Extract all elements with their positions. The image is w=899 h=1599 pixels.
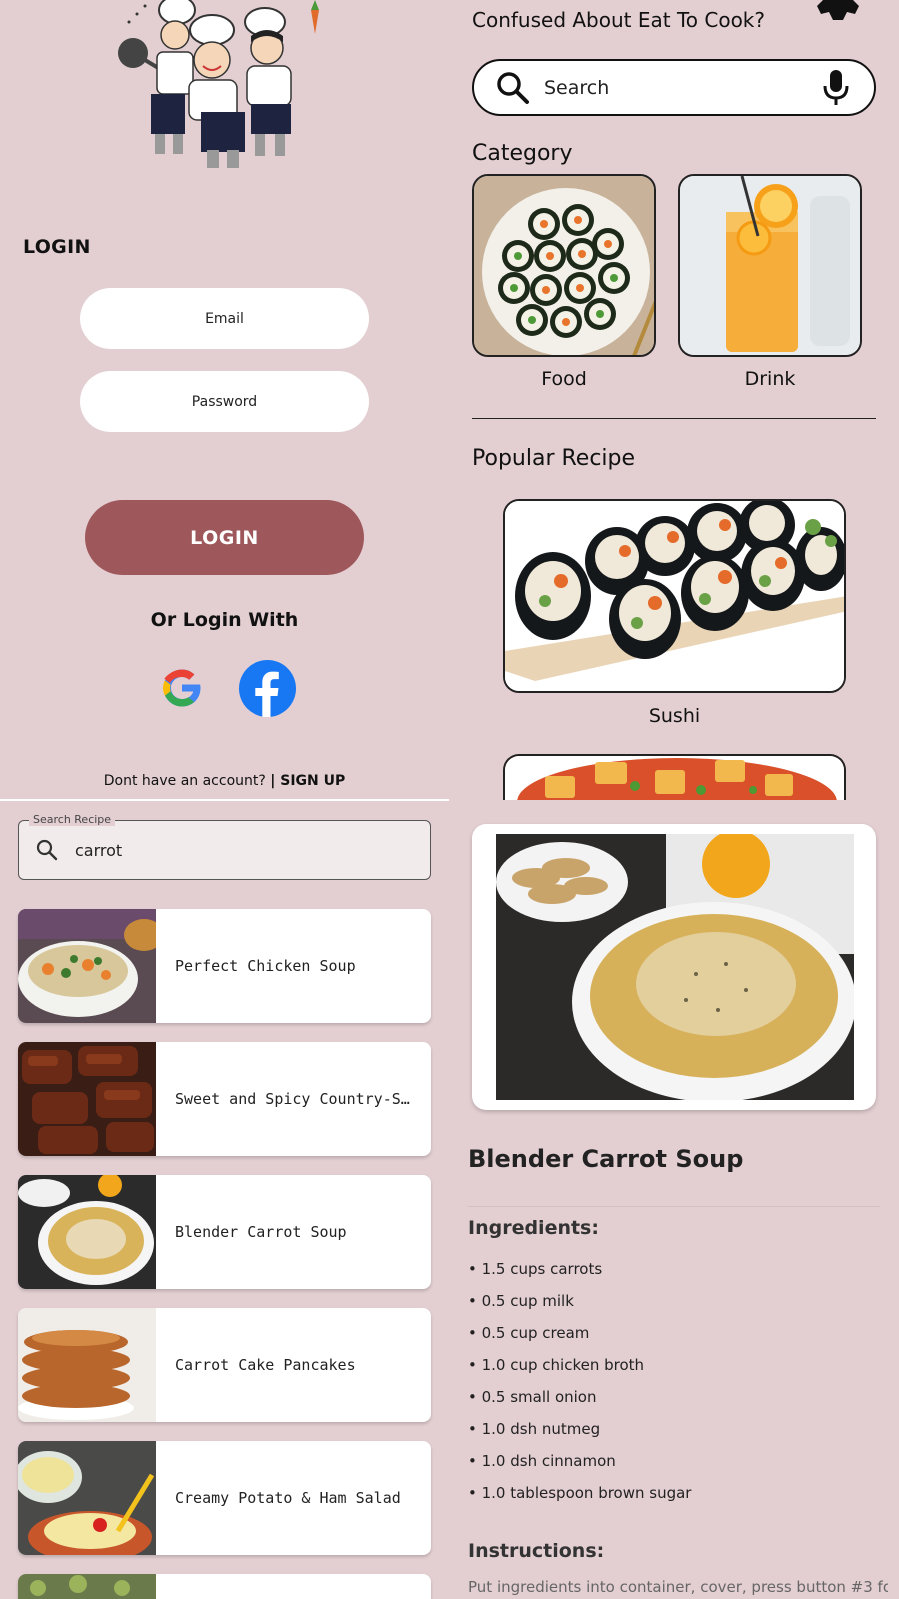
result-item-blender-carrot-soup[interactable]: Blender Carrot Soup <box>18 1175 431 1289</box>
facebook-icon[interactable] <box>239 660 296 717</box>
ingredient-item: • 1.0 dsh cinnamon <box>468 1452 616 1470</box>
category-label-drink: Drink <box>744 368 796 390</box>
result-item-creamy-potato-ham-salad[interactable]: Creamy Potato & Ham Salad <box>18 1441 431 1555</box>
instructions-heading: Instructions: <box>468 1540 605 1562</box>
search-placeholder: Search <box>544 76 610 99</box>
panel-divider <box>0 799 449 801</box>
result-name: Carrot Cake Pancakes <box>175 1356 356 1374</box>
password-placeholder: Password <box>191 393 258 410</box>
ingredient-item: • 0.5 cup cream <box>468 1324 590 1342</box>
ingredient-item: • 1.0 cup chicken broth <box>468 1356 645 1374</box>
sushi-image <box>505 501 844 691</box>
popular-card-sushi[interactable] <box>503 499 846 693</box>
result-name: Perfect Chicken Soup <box>175 957 356 975</box>
result-item-sweet-and-spicy[interactable]: Sweet and Spicy Country-St... <box>18 1042 431 1156</box>
login-button[interactable]: LOGIN <box>85 500 364 575</box>
ingredients-list: • 1.5 cups carrots • 0.5 cup milk • 0.5 … <box>468 1259 691 1515</box>
recipe-title: Blender Carrot Soup <box>468 1145 744 1173</box>
result-item-partial[interactable] <box>18 1574 431 1599</box>
home-title: Confused About Eat To Cook? <box>472 8 765 32</box>
microphone-icon[interactable] <box>822 69 850 107</box>
ingredient-item: • 1.5 cups carrots <box>468 1260 603 1278</box>
ingredients-heading: Ingredients: <box>468 1217 599 1239</box>
signup-prompt: Dont have an account? <box>103 773 266 789</box>
category-card-food[interactable] <box>472 174 656 357</box>
popular-recipe-heading: Popular Recipe <box>472 446 636 471</box>
result-item-perfect-chicken-soup[interactable]: Perfect Chicken Soup <box>18 909 431 1023</box>
next-recipe-image <box>505 756 844 800</box>
result-thumbnail <box>18 1308 156 1422</box>
signup-link[interactable]: | SIGN UP <box>270 773 345 789</box>
ingredient-item: • 0.5 cup milk <box>468 1292 574 1310</box>
result-name: Creamy Potato & Ham Salad <box>175 1489 401 1507</box>
category-heading: Category <box>472 141 573 166</box>
drink-image <box>680 176 860 355</box>
result-thumbnail <box>18 1042 156 1156</box>
email-placeholder: Email <box>205 310 244 327</box>
section-divider <box>472 418 876 419</box>
recipe-image <box>496 834 854 1100</box>
result-item-carrot-cake-pancakes[interactable]: Carrot Cake Pancakes <box>18 1308 431 1422</box>
popular-card-next[interactable] <box>503 754 846 800</box>
result-thumbnail <box>18 1175 156 1289</box>
result-name: Blender Carrot Soup <box>175 1223 347 1241</box>
category-label-food: Food <box>541 368 587 390</box>
google-icon[interactable] <box>158 664 206 712</box>
result-name: Sweet and Spicy Country-St... <box>175 1090 415 1108</box>
ingredient-item: • 1.0 tablespoon brown sugar <box>468 1484 692 1502</box>
or-login-with-label: Or Login With <box>150 609 299 631</box>
search-icon <box>497 71 529 104</box>
popular-label-sushi: Sushi <box>648 705 701 727</box>
ingredient-item: • 0.5 small onion <box>468 1388 597 1406</box>
chefs-illustration <box>118 0 319 168</box>
detail-divider <box>468 1206 880 1207</box>
login-heading: LOGIN <box>23 236 91 258</box>
recipe-search-field[interactable]: Search Recipe carrot <box>18 813 431 880</box>
search-query: carrot <box>75 840 123 860</box>
password-field[interactable]: Password <box>80 371 369 432</box>
result-thumbnail <box>18 1574 156 1599</box>
result-thumbnail <box>18 1441 156 1555</box>
signup-row: Dont have an account? | SIGN UP <box>0 773 449 789</box>
food-image <box>474 176 654 355</box>
instructions-text: Put ingredients into container, cover, p… <box>468 1578 888 1596</box>
settings-gear-icon[interactable] <box>815 0 861 24</box>
email-field[interactable]: Email <box>80 288 369 349</box>
category-card-drink[interactable] <box>678 174 862 357</box>
home-search-bar[interactable]: Search <box>472 59 876 116</box>
search-field-label: Search Recipe <box>29 813 116 826</box>
search-icon <box>36 839 58 861</box>
result-thumbnail <box>18 909 156 1023</box>
ingredient-item: • 1.0 dsh nutmeg <box>468 1420 601 1438</box>
